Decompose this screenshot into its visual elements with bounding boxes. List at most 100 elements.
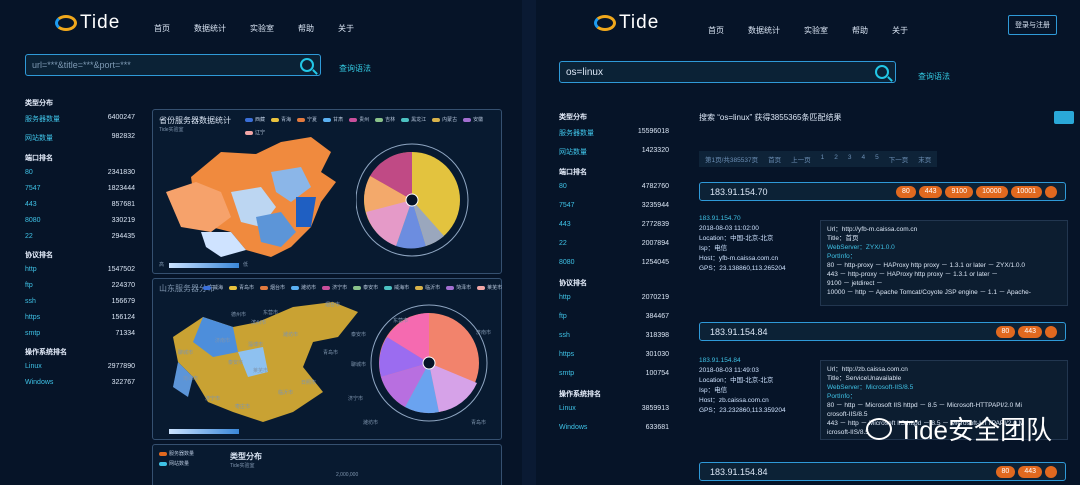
- stat-row[interactable]: 22 2007894: [559, 240, 669, 247]
- nav-lab[interactable]: 实验室: [250, 23, 274, 34]
- more-ports-icon[interactable]: [1045, 466, 1057, 478]
- result-info-box: Url：http://yfb-m.caissa.com.cn Title：首页 We…: [820, 220, 1068, 306]
- result-ip-bar[interactable]: 183.91.154.84 80 443: [699, 462, 1066, 481]
- province-pie[interactable]: [356, 142, 476, 262]
- stat-row[interactable]: https 301030: [559, 351, 669, 358]
- stat-row[interactable]: 80 4782760: [559, 183, 669, 190]
- result-ip[interactable]: 183.91.154.84: [710, 467, 768, 477]
- type-chart-legend[interactable]: 服务器数量 网站数量: [159, 450, 219, 467]
- stat-row[interactable]: 服务器数量 6400247: [25, 114, 135, 124]
- port-badge[interactable]: 443: [1018, 466, 1042, 478]
- map-label: 泰安市: [228, 360, 244, 366]
- port-badge[interactable]: 443: [918, 186, 943, 198]
- stat-row[interactable]: 80 2341830: [25, 169, 135, 176]
- type-chart-title: 类型分布: [230, 452, 262, 461]
- port-badges: 80 443: [995, 326, 1057, 338]
- more-ports-icon[interactable]: [1045, 186, 1057, 198]
- stat-row[interactable]: 7547 3235944: [559, 202, 669, 209]
- query-syntax-link[interactable]: 查询语法: [918, 71, 950, 82]
- scale-high-label: 高: [159, 262, 165, 268]
- stat-row[interactable]: Windows 633681: [559, 424, 669, 431]
- nav-stats[interactable]: 数据统计: [194, 23, 226, 34]
- map-label: 滨州市: [251, 320, 267, 326]
- stat-row[interactable]: 443 2772839: [559, 221, 669, 228]
- port-badge[interactable]: 443: [1018, 326, 1042, 338]
- stat-row[interactable]: ftp 384467: [559, 313, 669, 320]
- stat-row[interactable]: 网站数量 1423320: [559, 147, 669, 157]
- wechat-icon: [866, 417, 893, 440]
- logo[interactable]: Tide: [55, 12, 120, 34]
- stat-row[interactable]: 22 294435: [25, 233, 135, 240]
- result-ip[interactable]: 183.91.154.84: [710, 327, 768, 337]
- result-ip-bar[interactable]: 183.91.154.84 80 443: [699, 322, 1066, 341]
- legend-item: 青海: [271, 116, 291, 123]
- stat-row[interactable]: Linux 2977890: [25, 363, 135, 370]
- stat-row[interactable]: smtp 100754: [559, 370, 669, 377]
- search-input[interactable]: url=***&title=***&port=***: [25, 54, 321, 76]
- stat-row[interactable]: 服务器数量 15596018: [559, 128, 669, 138]
- map2-legend[interactable]: 威海 青岛市 烟台市 潍坊市 济宁市 泰安市 威海市 临沂市 菏泽市 莱芜市: [203, 284, 503, 291]
- map-label: 临沂市: [278, 390, 294, 396]
- sidebar: 类型分布 服务器数量 6400247 网站数量 982832 端口排名 80 2341…: [25, 88, 135, 395]
- result-meta: 183.91.154.70 2018-08-03 11:02:00 Location…: [699, 215, 786, 272]
- first-page-link[interactable]: 首页: [768, 154, 781, 164]
- nav-stats[interactable]: 数据统计: [748, 25, 780, 36]
- stat-row[interactable]: http 2070219: [559, 294, 669, 301]
- search-icon[interactable]: [300, 58, 314, 72]
- stat-row[interactable]: 443 857681: [25, 201, 135, 208]
- nav-help[interactable]: 帮助: [852, 25, 868, 36]
- nav-about[interactable]: 关于: [892, 25, 908, 36]
- nav-help[interactable]: 帮助: [298, 23, 314, 34]
- more-ports-icon[interactable]: [1045, 326, 1057, 338]
- nav-about[interactable]: 关于: [338, 23, 354, 34]
- port-badge[interactable]: 10001: [1010, 186, 1042, 198]
- stat-row[interactable]: 8080 1254045: [559, 259, 669, 266]
- next-page-link[interactable]: 下一页: [889, 154, 909, 164]
- page-link[interactable]: 1: [821, 154, 825, 164]
- prev-page-link[interactable]: 上一页: [791, 154, 811, 164]
- port-badge[interactable]: 80: [995, 326, 1016, 338]
- map-label: 烟台市: [325, 302, 341, 308]
- page-link[interactable]: 5: [875, 154, 879, 164]
- shandong-pie[interactable]: [369, 301, 491, 423]
- stat-row[interactable]: https 156124: [25, 314, 135, 321]
- stat-row[interactable]: smtp 71334: [25, 330, 135, 337]
- nav-bar: 首页 数据统计 实验室 帮助 关于: [708, 25, 908, 36]
- login-register-button[interactable]: 登录与注册: [1008, 15, 1057, 35]
- last-page-link[interactable]: 末页: [918, 154, 931, 164]
- nav-lab[interactable]: 实验室: [804, 25, 828, 36]
- port-badge[interactable]: 80: [995, 466, 1016, 478]
- port-badge[interactable]: 10000: [976, 186, 1008, 198]
- port-badge[interactable]: 9100: [945, 186, 974, 198]
- stat-row[interactable]: ssh 156679: [25, 298, 135, 305]
- nav-home[interactable]: 首页: [708, 25, 724, 36]
- stat-row[interactable]: ftp 224370: [25, 282, 135, 289]
- nav-home[interactable]: 首页: [154, 23, 170, 34]
- type-dist-title: 类型分布: [559, 114, 587, 121]
- stat-row[interactable]: 7547 1823444: [25, 185, 135, 192]
- stat-row[interactable]: 网站数量 982832: [25, 133, 135, 143]
- search-icon[interactable]: [875, 65, 889, 79]
- page-link[interactable]: 3: [848, 154, 852, 164]
- china-map[interactable]: [161, 132, 346, 262]
- pie-label: 泰安市: [351, 332, 367, 338]
- result-ip-bar[interactable]: 183.91.154.70 80 443 9100 10000 10001: [699, 182, 1066, 201]
- query-syntax-link[interactable]: 查询语法: [339, 63, 371, 74]
- port-badges: 80 443: [995, 466, 1057, 478]
- logo[interactable]: Tide: [594, 12, 659, 34]
- page-link[interactable]: 2: [834, 154, 838, 164]
- list-view-icon[interactable]: [1054, 111, 1074, 124]
- stat-row[interactable]: ssh 318398: [559, 332, 669, 339]
- search-input[interactable]: os=linux: [559, 61, 896, 83]
- stat-row[interactable]: Windows 322767: [25, 379, 135, 386]
- port-badge[interactable]: 80: [896, 186, 916, 198]
- stat-row[interactable]: http 1547502: [25, 266, 135, 273]
- shandong-map[interactable]: [163, 297, 363, 427]
- os-rank-title: 操作系统排名: [559, 391, 601, 398]
- result-ip[interactable]: 183.91.154.70: [710, 187, 768, 197]
- stat-row[interactable]: 8080 330219: [25, 217, 135, 224]
- stat-row[interactable]: Linux 3859913: [559, 405, 669, 412]
- province-map-panel: 省份服务器数据统计 Tide实验室 西藏 青海 宁夏 甘肃 贵州 吉林 黑龙江 …: [152, 109, 502, 274]
- legend-item: 菏泽市: [446, 284, 471, 291]
- page-link[interactable]: 4: [862, 154, 866, 164]
